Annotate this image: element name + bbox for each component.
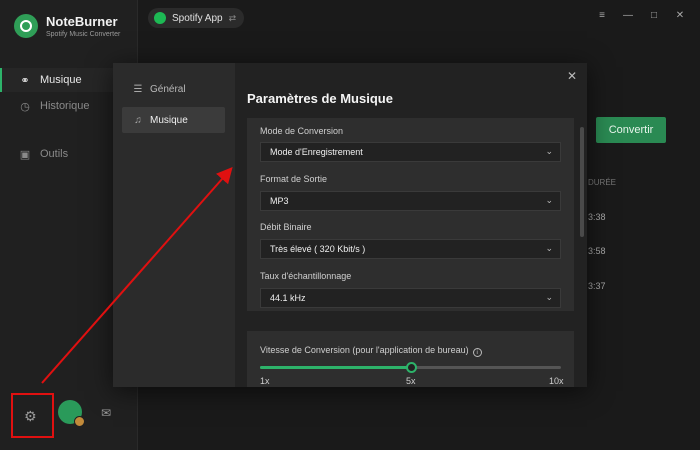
settings-title: Paramètres de Musique — [247, 91, 393, 106]
swap-icon: ⇄ — [228, 12, 237, 23]
source-switcher[interactable]: Spotify App ⇄ — [148, 8, 244, 28]
duration-cell: 3:38 — [588, 212, 606, 222]
mail-icon[interactable]: ✉ — [101, 406, 111, 420]
close-window-icon[interactable]: ✕ — [674, 10, 686, 21]
toolbox-icon: ▣ — [19, 148, 31, 161]
slider-max-label: 10x — [549, 376, 564, 386]
headphones-icon: ⚭ — [20, 74, 30, 87]
convert-button[interactable]: Convertir — [596, 117, 666, 143]
chevron-down-icon: ⌄ — [545, 243, 553, 253]
bitrate-select[interactable]: Très élevé ( 320 Kbit/s ) ⌄ — [260, 239, 561, 259]
settings-highlight-box — [11, 393, 54, 438]
clock-icon: ◷ — [20, 100, 30, 113]
settings-tab-general[interactable]: ☰ Général — [122, 76, 225, 102]
sample-rate-value: 44.1 kHz — [270, 293, 306, 303]
conversion-speed-label: Vitesse de Conversion (pour l'applicatio… — [260, 345, 482, 357]
settings-tab-label: Général — [150, 83, 186, 95]
sample-rate-select[interactable]: 44.1 kHz ⌄ — [260, 288, 561, 308]
spotify-icon — [154, 12, 166, 24]
slider-mid-label: 5x — [406, 376, 416, 386]
duration-cell: 3:37 — [588, 281, 606, 291]
slider-handle[interactable] — [405, 362, 417, 373]
conversion-speed-text: Vitesse de Conversion (pour l'applicatio… — [260, 345, 469, 355]
sample-rate-label: Taux d'échantillonnage — [260, 271, 352, 281]
output-settings-panel: Mode de Conversion Mode d'Enregistrement… — [247, 118, 574, 311]
settings-tab-music[interactable]: ♫ Musique — [122, 107, 225, 133]
maximize-icon[interactable]: □ — [648, 10, 660, 21]
app-name: NoteBurner — [46, 14, 118, 29]
slider-min-label: 1x — [260, 376, 270, 386]
conversion-mode-select[interactable]: Mode d'Enregistrement ⌄ — [260, 142, 561, 162]
output-format-label: Format de Sortie — [260, 174, 328, 184]
info-icon[interactable]: i — [472, 348, 482, 357]
settings-scrollbar[interactable] — [580, 127, 584, 237]
window-controls: ≡ — □ ✕ — [596, 10, 686, 21]
close-icon[interactable]: ✕ — [567, 69, 577, 83]
avatar[interactable] — [58, 400, 85, 427]
bitrate-value: Très élevé ( 320 Kbit/s ) — [270, 244, 366, 254]
settings-tab-label: Musique — [150, 114, 188, 126]
sliders-icon: ☰ — [133, 83, 143, 95]
duration-cell: 3:58 — [588, 246, 606, 256]
app-subtitle: Spotify Music Converter — [46, 31, 121, 38]
settings-nav: ☰ Général ♫ Musique — [113, 63, 235, 387]
settings-dialog: ☰ Général ♫ Musique ✕ Paramètres de Musi… — [113, 63, 587, 387]
music-note-icon: ♫ — [134, 114, 142, 126]
sidebar-item-label: Outils — [40, 148, 69, 160]
output-format-value: MP3 — [270, 196, 289, 206]
sidebar-item-label: Musique — [40, 74, 82, 86]
chevron-down-icon: ⌄ — [545, 195, 553, 205]
chevron-down-icon: ⌄ — [545, 292, 553, 302]
bitrate-label: Débit Binaire — [260, 222, 312, 232]
chevron-down-icon: ⌄ — [545, 146, 553, 156]
minimize-icon[interactable]: — — [622, 10, 634, 21]
conversion-mode-value: Mode d'Enregistrement — [270, 147, 363, 157]
conversion-speed-panel: Vitesse de Conversion (pour l'applicatio… — [247, 331, 574, 387]
noteburner-logo-icon — [14, 14, 38, 38]
settings-content: ✕ Paramètres de Musique Mode de Conversi… — [235, 63, 587, 387]
output-format-select[interactable]: MP3 ⌄ — [260, 191, 561, 211]
conversion-mode-label: Mode de Conversion — [260, 126, 344, 136]
conversion-speed-slider[interactable] — [260, 362, 561, 373]
slider-fill — [260, 366, 411, 369]
sidebar-item-label: Historique — [40, 100, 90, 112]
duration-header: DURÉE — [588, 178, 617, 187]
source-label: Spotify App — [172, 12, 223, 24]
menu-icon[interactable]: ≡ — [596, 10, 608, 21]
brand: NoteBurner Spotify Music Converter — [14, 14, 120, 38]
